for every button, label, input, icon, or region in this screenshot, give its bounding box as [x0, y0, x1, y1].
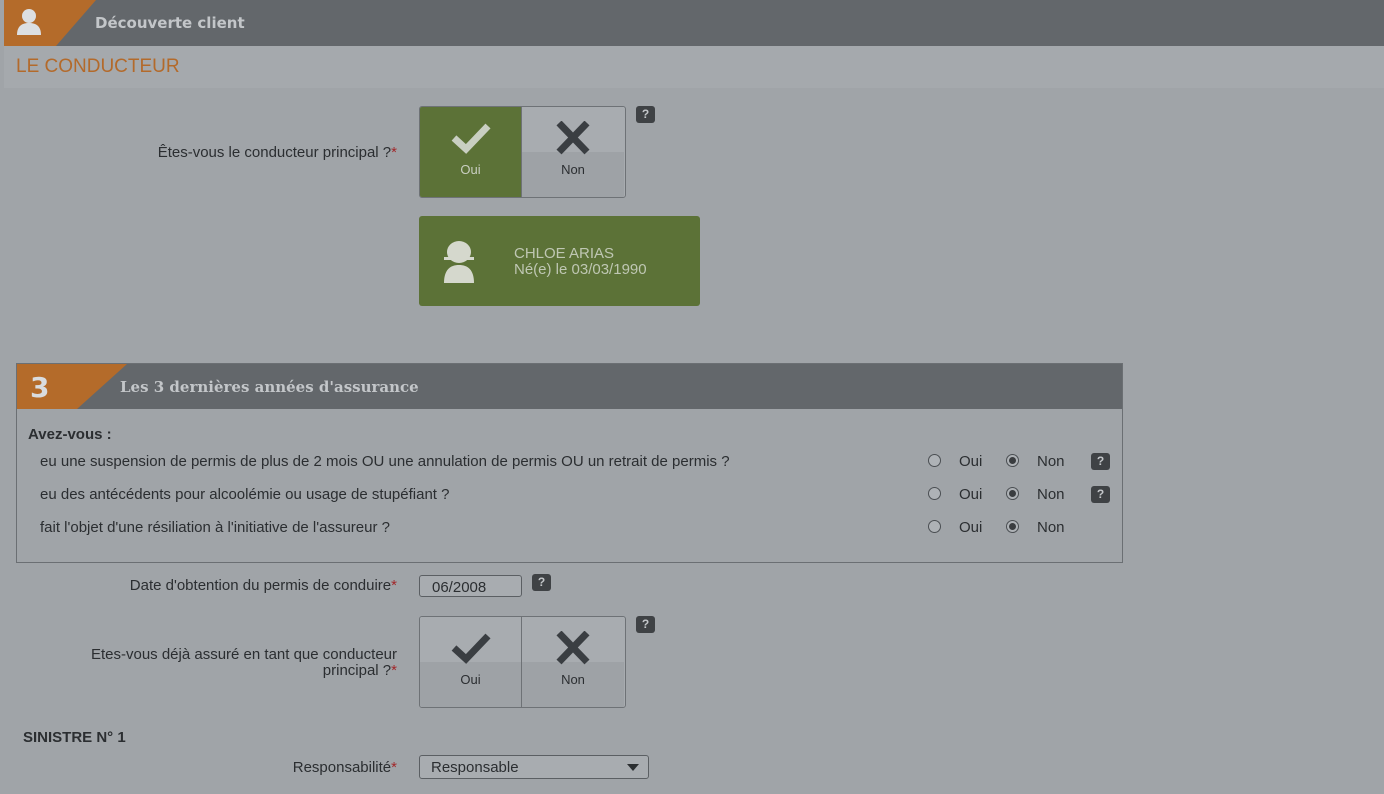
- principal-driver-label: Êtes-vous le conducteur principal ?*: [157, 144, 397, 161]
- suspension-oui-radio[interactable]: [928, 454, 941, 467]
- driver-name: CHLOE ARIAS: [514, 245, 615, 262]
- radio-label: Oui: [959, 486, 983, 503]
- conducteur-band: LE CONDUCTEUR: [4, 46, 1384, 88]
- resiliation-oui-radio[interactable]: [928, 520, 941, 533]
- insurance-history-title: Les 3 dernières années d'assurance: [120, 378, 419, 396]
- help-icon[interactable]: ?: [1091, 486, 1110, 503]
- principal-driver-oui-button[interactable]: Oui: [420, 107, 522, 197]
- claim-title: SINISTRE N° 1: [23, 729, 126, 746]
- driver-card[interactable]: CHLOE ARIAS Né(e) le 03/03/1990: [419, 216, 700, 306]
- already-insured-non-button[interactable]: Non: [522, 617, 624, 707]
- person-silhouette-icon: [440, 240, 478, 289]
- radio-label: Non: [1037, 486, 1065, 503]
- cross-icon: [553, 120, 593, 160]
- already-insured-label: Etes-vous déjà assuré en tant que conduc…: [90, 646, 397, 679]
- check-icon: [451, 631, 491, 670]
- license-date-input[interactable]: 06/2008: [419, 575, 522, 597]
- insurance-history-header: 3 Les 3 dernières années d'assurance: [17, 364, 1122, 409]
- already-insured-toggle: Oui Non: [419, 616, 626, 708]
- help-icon[interactable]: ?: [636, 616, 655, 633]
- questions-intro: Avez-vous :: [28, 426, 112, 443]
- responsabilite-label: Responsabilité*: [292, 759, 397, 776]
- header-bar: Découverte client: [4, 0, 1384, 46]
- section-title-conducteur: LE CONDUCTEUR: [16, 56, 180, 77]
- alcohol-non-radio[interactable]: [1006, 487, 1019, 500]
- check-icon: [451, 121, 491, 160]
- radio-label: Non: [1037, 519, 1065, 536]
- driver-birthdate: Né(e) le 03/03/1990: [514, 261, 647, 278]
- already-insured-oui-button[interactable]: Oui: [420, 617, 522, 707]
- alcohol-oui-radio[interactable]: [928, 487, 941, 500]
- suspension-non-radio[interactable]: [1006, 454, 1019, 467]
- section-number: 3: [30, 371, 50, 404]
- principal-driver-non-button[interactable]: Non: [522, 107, 624, 197]
- principal-driver-toggle: Oui Non: [419, 106, 626, 198]
- help-icon[interactable]: ?: [532, 574, 551, 591]
- radio-label: Oui: [959, 519, 983, 536]
- insurance-history-section: 3 Les 3 dernières années d'assurance Ave…: [16, 363, 1123, 563]
- radio-label: Non: [1037, 453, 1065, 470]
- cross-icon: [553, 630, 593, 670]
- question-alcohol: eu des antécédents pour alcoolémie ou us…: [40, 486, 450, 503]
- question-suspension: eu une suspension de permis de plus de 2…: [40, 453, 730, 470]
- question-resiliation: fait l'objet d'une résiliation à l'initi…: [40, 519, 390, 536]
- license-date-label: Date d'obtention du permis de conduire*: [129, 577, 397, 594]
- resiliation-non-radio[interactable]: [1006, 520, 1019, 533]
- user-icon: [16, 8, 42, 41]
- help-icon[interactable]: ?: [1091, 453, 1110, 470]
- chevron-down-icon: [627, 764, 639, 771]
- help-icon[interactable]: ?: [636, 106, 655, 123]
- radio-label: Oui: [959, 453, 983, 470]
- header-title: Découverte client: [95, 14, 245, 32]
- responsabilite-select[interactable]: Responsable: [419, 755, 649, 779]
